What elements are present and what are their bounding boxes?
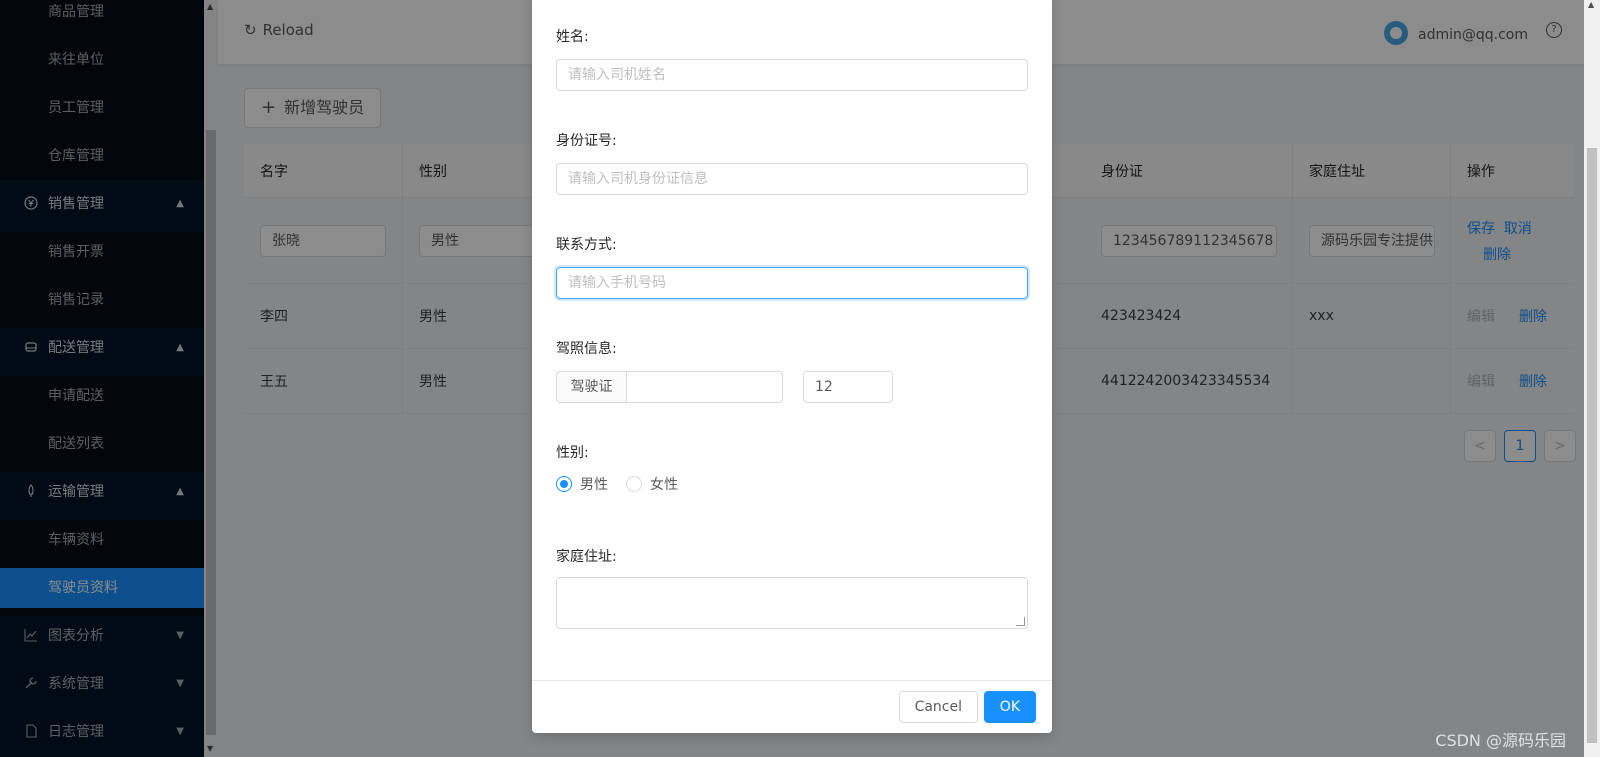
license-addon: 驾驶证 [556,371,626,403]
radio-checked-icon [556,476,572,492]
driver-idcard-input[interactable]: 请输入司机身份证信息 [556,163,1028,195]
cancel-button[interactable]: Cancel [898,691,978,723]
watermark: CSDN @源码乐园 [1435,731,1566,750]
license-years-input[interactable]: 12 [803,371,893,403]
name-label: 姓名: [556,29,589,45]
address-label: 家庭住址: [556,549,617,565]
radio-unchecked-icon [626,476,642,492]
idcard-label: 身份证号: [556,133,617,149]
page-scrollbar[interactable]: ▲ [1584,0,1600,757]
driver-form-modal: 姓名: 请输入司机姓名 身份证号: 请输入司机身份证信息 联系方式: 请输入手机… [532,0,1052,733]
scroll-up-icon[interactable]: ▲ [1588,0,1594,9]
gender-label: 性别: [556,445,589,461]
scrollbar-thumb[interactable] [1587,148,1597,743]
gender-male-radio[interactable]: 男性 [556,474,608,494]
gender-female-radio[interactable]: 女性 [626,474,678,494]
ok-button[interactable]: OK [983,691,1036,723]
driver-phone-input[interactable]: 请输入手机号码 [556,267,1028,299]
license-number-input[interactable] [626,371,783,403]
driver-name-input[interactable]: 请输入司机姓名 [556,59,1028,91]
phone-label: 联系方式: [556,237,617,253]
license-label: 驾照信息: [556,341,617,357]
modal-footer: Cancel OK [532,680,1052,733]
driver-address-textarea[interactable] [556,577,1028,629]
